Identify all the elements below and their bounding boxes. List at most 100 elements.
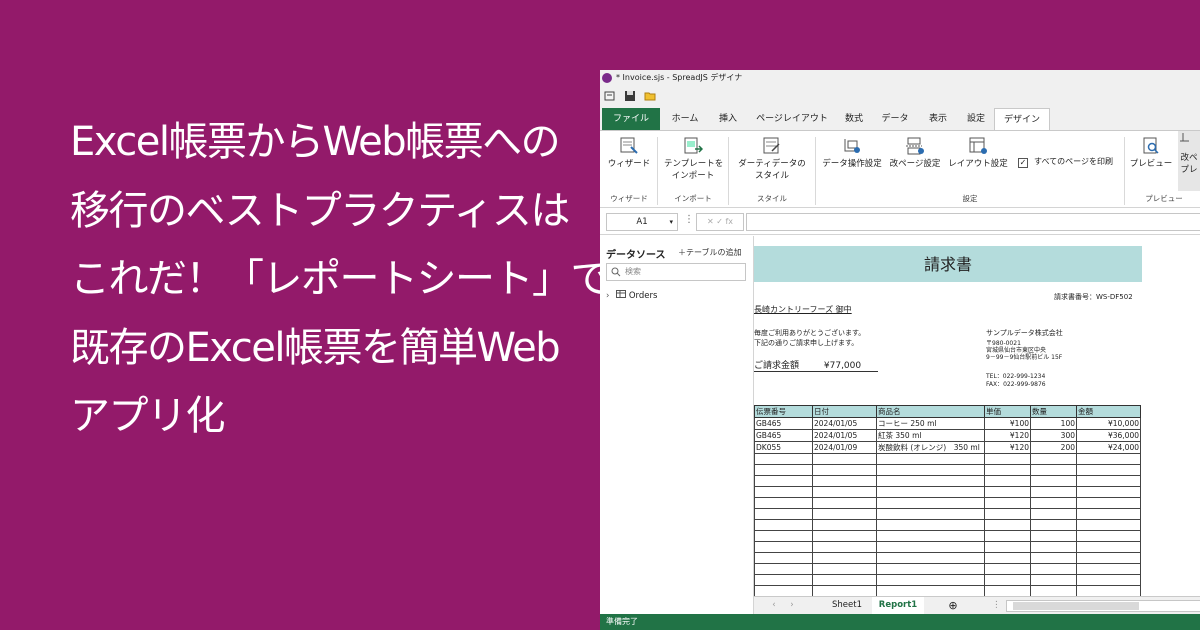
- page-break-settings-button[interactable]: 改ページ設定: [888, 137, 942, 170]
- table-cell[interactable]: [876, 563, 985, 575]
- table-cell[interactable]: [1076, 541, 1141, 553]
- table-cell[interactable]: [812, 453, 877, 465]
- table-cell[interactable]: [754, 563, 813, 575]
- table-cell[interactable]: GB465: [754, 417, 813, 430]
- table-cell[interactable]: [754, 530, 813, 542]
- table-cell[interactable]: 100: [1030, 417, 1077, 430]
- table-cell[interactable]: [754, 475, 813, 487]
- table-cell[interactable]: 紅茶 350 ml: [876, 429, 985, 442]
- tab-view[interactable]: 表示: [920, 108, 956, 130]
- table-cell[interactable]: [876, 519, 985, 531]
- open-folder-icon[interactable]: [644, 90, 656, 102]
- table-cell[interactable]: [754, 552, 813, 564]
- datasource-search-input[interactable]: 検索: [606, 263, 746, 281]
- table-cell[interactable]: [1030, 486, 1077, 498]
- table-cell[interactable]: [984, 519, 1031, 531]
- table-cell[interactable]: [984, 552, 1031, 564]
- scrollbar-thumb[interactable]: [1013, 602, 1139, 610]
- tab-home[interactable]: ホーム: [664, 108, 706, 130]
- table-cell[interactable]: 2024/01/05: [812, 429, 877, 442]
- add-sheet-icon[interactable]: ⊕: [946, 597, 960, 614]
- table-cell[interactable]: [876, 530, 985, 542]
- table-cell[interactable]: [754, 453, 813, 465]
- table-cell[interactable]: [1030, 508, 1077, 520]
- table-cell[interactable]: [812, 508, 877, 520]
- table-cell[interactable]: ¥36,000: [1076, 429, 1141, 442]
- table-cell[interactable]: [1030, 519, 1077, 531]
- table-cell[interactable]: [812, 519, 877, 531]
- table-cell[interactable]: [754, 464, 813, 476]
- tab-file[interactable]: ファイル: [602, 108, 660, 130]
- layout-settings-button[interactable]: レイアウト設定: [946, 137, 1010, 170]
- table-cell[interactable]: ¥100: [984, 417, 1031, 430]
- page-break-preview-button[interactable]: 改ペ プレ: [1178, 131, 1200, 191]
- table-cell[interactable]: [812, 574, 877, 586]
- table-cell[interactable]: [754, 486, 813, 498]
- table-cell[interactable]: 200: [1030, 441, 1077, 454]
- spreadsheet-area[interactable]: ✲ 請求書 請求書番号：WS-DF502 長崎カントリーフーズ 御中 毎度ご利用…: [754, 242, 1200, 596]
- table-cell[interactable]: [1030, 541, 1077, 553]
- table-cell[interactable]: [1030, 530, 1077, 542]
- table-cell[interactable]: [1030, 574, 1077, 586]
- table-cell[interactable]: [812, 541, 877, 553]
- table-cell[interactable]: [1030, 453, 1077, 465]
- table-cell[interactable]: [812, 552, 877, 564]
- table-cell[interactable]: [1030, 464, 1077, 476]
- tab-formulas[interactable]: 数式: [838, 108, 870, 130]
- table-cell[interactable]: [1076, 519, 1141, 531]
- table-cell[interactable]: [984, 475, 1031, 487]
- name-box[interactable]: A1 ▾: [606, 213, 678, 231]
- table-cell[interactable]: [812, 585, 877, 596]
- table-cell[interactable]: [876, 508, 985, 520]
- table-cell[interactable]: [1030, 497, 1077, 509]
- table-cell[interactable]: [812, 497, 877, 509]
- table-cell[interactable]: GB465: [754, 429, 813, 442]
- table-cell[interactable]: ¥24,000: [1076, 441, 1141, 454]
- table-cell[interactable]: [1076, 475, 1141, 487]
- table-cell[interactable]: [984, 486, 1031, 498]
- table-cell[interactable]: [984, 541, 1031, 553]
- table-cell[interactable]: [1076, 508, 1141, 520]
- table-cell[interactable]: [812, 464, 877, 476]
- table-cell[interactable]: [1076, 530, 1141, 542]
- table-cell[interactable]: [812, 475, 877, 487]
- add-table-link[interactable]: ＋テーブルの追加: [678, 247, 742, 258]
- table-cell[interactable]: [812, 486, 877, 498]
- data-operation-settings-button[interactable]: データ操作設定: [820, 137, 884, 170]
- tab-data[interactable]: データ: [874, 108, 916, 130]
- table-cell[interactable]: [984, 464, 1031, 476]
- tab-sheet1[interactable]: Sheet1: [824, 597, 870, 614]
- table-cell[interactable]: [1076, 497, 1141, 509]
- tab-settings[interactable]: 設定: [960, 108, 992, 130]
- table-cell[interactable]: [1076, 552, 1141, 564]
- table-cell[interactable]: [1030, 475, 1077, 487]
- table-cell[interactable]: ¥120: [984, 429, 1031, 442]
- table-cell[interactable]: DK055: [754, 441, 813, 454]
- table-cell[interactable]: [1030, 585, 1077, 596]
- table-cell[interactable]: [1030, 563, 1077, 575]
- horizontal-scrollbar[interactable]: [1006, 600, 1200, 612]
- table-cell[interactable]: [876, 574, 985, 586]
- table-cell[interactable]: [876, 497, 985, 509]
- table-cell[interactable]: [754, 497, 813, 509]
- table-cell[interactable]: [754, 541, 813, 553]
- table-cell[interactable]: [876, 464, 985, 476]
- table-cell[interactable]: [876, 541, 985, 553]
- table-cell[interactable]: [1076, 464, 1141, 476]
- print-all-pages-checkbox[interactable]: ✓ すべてのページを印刷: [1018, 156, 1113, 168]
- save-icon[interactable]: [624, 90, 636, 102]
- undo-icon[interactable]: [604, 90, 616, 102]
- table-cell[interactable]: [1076, 486, 1141, 498]
- table-cell[interactable]: ¥10,000: [1076, 417, 1141, 430]
- table-cell[interactable]: 2024/01/09: [812, 441, 877, 454]
- table-cell[interactable]: [984, 585, 1031, 596]
- preview-button[interactable]: プレビュー: [1128, 137, 1174, 170]
- tree-item-orders[interactable]: › Orders: [606, 290, 657, 301]
- table-cell[interactable]: [1030, 552, 1077, 564]
- table-cell[interactable]: [984, 453, 1031, 465]
- table-cell[interactable]: [812, 530, 877, 542]
- table-cell[interactable]: [754, 508, 813, 520]
- table-cell[interactable]: [984, 574, 1031, 586]
- import-template-button[interactable]: テンプレートを インポート: [664, 137, 723, 182]
- table-cell[interactable]: [984, 497, 1031, 509]
